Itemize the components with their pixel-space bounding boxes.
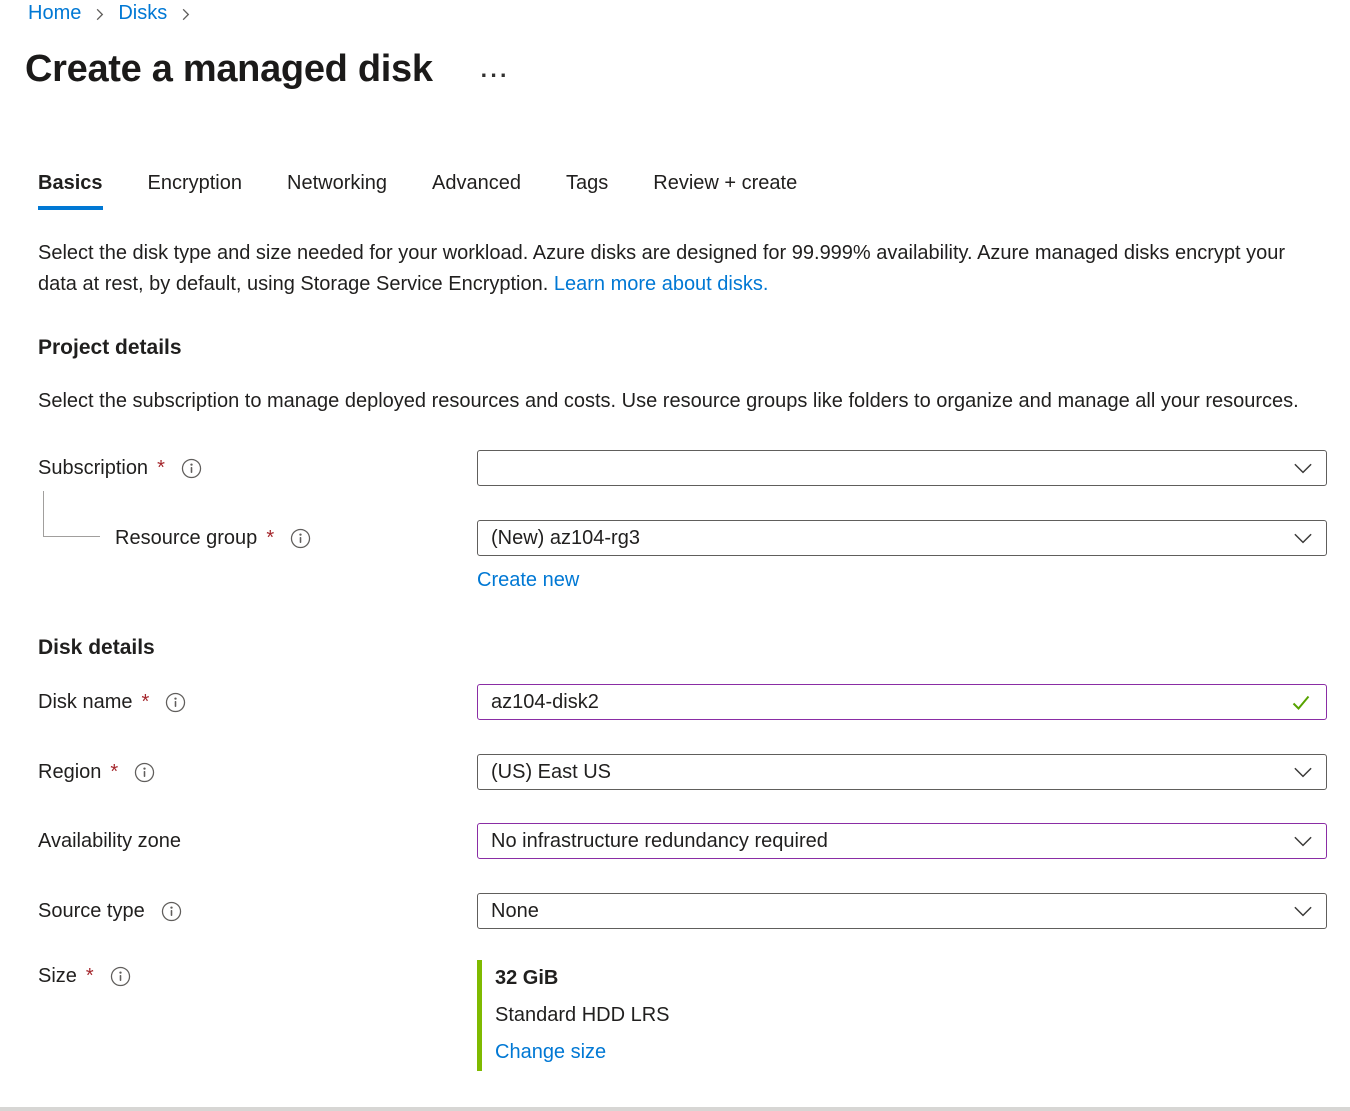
project-details-form: Subscription * Resource group * [38, 450, 1350, 592]
info-icon[interactable] [165, 692, 186, 713]
chevron-right-icon [178, 7, 193, 22]
disk-details-heading: Disk details [38, 634, 1350, 661]
availability-zone-value: No infrastructure redundancy required [491, 830, 828, 853]
source-type-label: Source type [38, 900, 145, 923]
disk-details-form: Disk name * Region * (US) East U [38, 684, 1350, 1071]
source-type-dropdown[interactable]: None [477, 893, 1327, 929]
region-label-cell: Region * [38, 754, 477, 790]
size-value: 32 GiB [495, 960, 1327, 997]
region-value: (US) East US [491, 761, 611, 784]
size-label: Size [38, 965, 77, 988]
info-icon[interactable] [181, 458, 202, 479]
tab-tags[interactable]: Tags [566, 172, 608, 210]
disk-name-label-cell: Disk name * [38, 684, 477, 720]
project-details-heading: Project details [38, 334, 1350, 361]
page-header: Create a managed disk ··· [25, 47, 1350, 91]
chevron-right-icon [92, 7, 107, 22]
tab-networking[interactable]: Networking [287, 172, 387, 210]
required-marker: * [266, 527, 274, 550]
source-type-label-cell: Source type [38, 893, 477, 929]
create-new-link[interactable]: Create new [477, 569, 579, 592]
region-label: Region [38, 761, 101, 784]
region-row: Region * (US) East US [38, 754, 1350, 790]
learn-more-link[interactable]: Learn more about disks. [554, 273, 769, 295]
required-marker: * [141, 691, 149, 714]
breadcrumb-home[interactable]: Home [28, 2, 81, 25]
disk-name-input[interactable] [491, 685, 1289, 719]
resource-group-row: Resource group * (New) az104-rg3 Create … [38, 520, 1350, 592]
source-type-value: None [491, 900, 539, 923]
availability-zone-dropdown[interactable]: No infrastructure redundancy required [477, 823, 1327, 859]
tab-basics[interactable]: Basics [38, 172, 103, 210]
more-menu-button[interactable]: ··· [481, 65, 510, 91]
bottom-divider [0, 1107, 1350, 1111]
chevron-down-icon [1293, 831, 1313, 851]
tab-bar: Basics Encryption Networking Advanced Ta… [38, 172, 1350, 210]
tab-encryption[interactable]: Encryption [148, 172, 243, 210]
disk-name-label: Disk name [38, 691, 132, 714]
availability-zone-label-cell: Availability zone [38, 823, 477, 859]
size-summary: 32 GiB Standard HDD LRS Change size [477, 960, 1327, 1071]
size-label-cell: Size * [38, 960, 477, 988]
region-dropdown[interactable]: (US) East US [477, 754, 1327, 790]
parent-child-connector [43, 491, 100, 537]
required-marker: * [157, 457, 165, 480]
chevron-down-icon [1293, 528, 1313, 548]
breadcrumb: Home Disks [0, 0, 1350, 25]
disk-name-row: Disk name * [38, 684, 1350, 720]
resource-group-label-cell: Resource group * [38, 520, 477, 556]
info-icon[interactable] [161, 901, 182, 922]
resource-group-label: Resource group [115, 527, 257, 550]
breadcrumb-disks[interactable]: Disks [118, 2, 167, 25]
info-icon[interactable] [110, 966, 131, 987]
subscription-dropdown[interactable] [477, 450, 1327, 486]
chevron-down-icon [1293, 762, 1313, 782]
required-marker: * [110, 761, 118, 784]
subscription-label-cell: Subscription * [38, 450, 477, 486]
tab-advanced[interactable]: Advanced [432, 172, 521, 210]
size-row: Size * 32 GiB Standard HDD LRS Change si… [38, 960, 1350, 1071]
page-title: Create a managed disk [25, 47, 433, 91]
availability-zone-label: Availability zone [38, 830, 181, 853]
info-icon[interactable] [290, 528, 311, 549]
chevron-down-icon [1293, 901, 1313, 921]
project-details-description: Select the subscription to manage deploy… [38, 386, 1312, 417]
chevron-down-icon [1293, 458, 1313, 478]
source-type-row: Source type None [38, 893, 1350, 929]
resource-group-dropdown[interactable]: (New) az104-rg3 [477, 520, 1327, 556]
info-icon[interactable] [134, 762, 155, 783]
availability-zone-row: Availability zone No infrastructure redu… [38, 823, 1350, 859]
change-size-link[interactable]: Change size [495, 1034, 606, 1071]
required-marker: * [86, 965, 94, 988]
subscription-row: Subscription * [38, 450, 1350, 486]
subscription-label: Subscription [38, 457, 148, 480]
size-sku: Standard HDD LRS [495, 997, 1327, 1034]
valid-check-icon [1289, 690, 1313, 714]
resource-group-value: (New) az104-rg3 [491, 527, 640, 550]
tab-review-create[interactable]: Review + create [653, 172, 797, 210]
intro-text: Select the disk type and size needed for… [38, 238, 1312, 300]
disk-name-field [477, 684, 1327, 720]
